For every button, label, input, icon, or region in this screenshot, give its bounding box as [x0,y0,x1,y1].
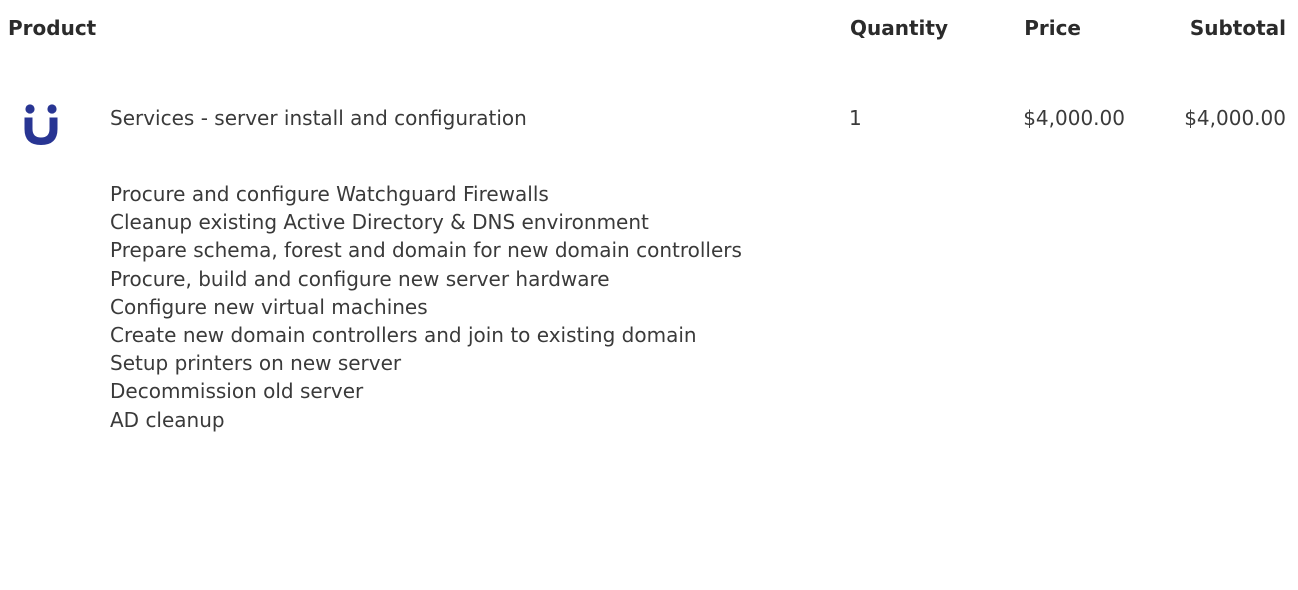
description-line: Create new domain controllers and join t… [110,323,697,348]
header-subtotal: Subtotal [1189,16,1286,40]
header-quantity: Quantity [850,16,948,40]
header-product: Product [8,16,97,40]
description-line: Setup printers on new server [110,351,402,376]
description-line: Procure, build and configure new server … [110,266,610,291]
u-smile-logo-icon [21,101,61,147]
product-name: Services - server install and configurat… [110,106,527,130]
product-table: Product Quantity Price Subtotal Services… [0,0,1298,590]
header-price: Price [1024,16,1081,40]
description-line: Cleanup existing Active Directory & DNS … [110,210,649,235]
product-description: Procure and configure Watchguard Firewal… [110,180,770,434]
description-line: Decommission old server [110,379,364,404]
product-quantity: 1 [849,106,862,130]
description-line: Prepare schema, forest and domain for ne… [110,238,742,263]
description-line: Procure and configure Watchguard Firewal… [110,182,549,206]
product-price: $4,000.00 [1023,106,1125,130]
description-line: AD cleanup [110,407,225,432]
description-line: Configure new virtual machines [110,294,428,319]
product-subtotal: $4,000.00 [1184,106,1286,130]
